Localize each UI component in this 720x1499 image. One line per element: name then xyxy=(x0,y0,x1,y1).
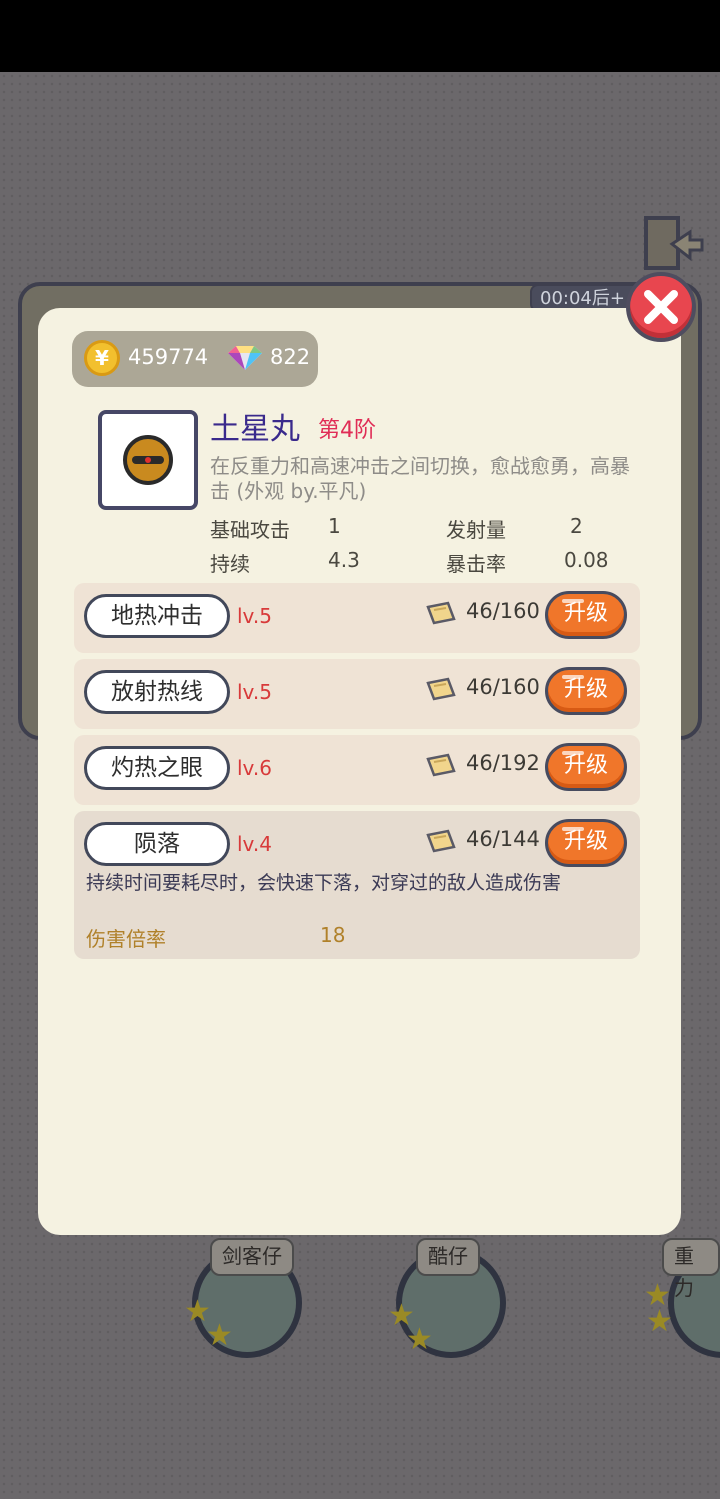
star-icon: ★ xyxy=(646,1304,673,1339)
character-slot[interactable]: 剑客仔 ★ ★ xyxy=(182,1238,312,1358)
stat-attack-value: 1 xyxy=(328,514,341,538)
stat-attack-label: 基础攻击 xyxy=(210,518,290,542)
skill-name[interactable]: 地热冲击 xyxy=(84,594,230,638)
close-icon xyxy=(644,290,678,324)
stat-shots-label: 发射量 xyxy=(446,518,506,542)
skill-cost: 46/160 xyxy=(466,675,540,699)
upgrade-button[interactable]: 升级 xyxy=(545,591,627,639)
weapon-tier: 第4阶 xyxy=(318,418,376,443)
skill-description: 持续时间要耗尽时，会快速下落，对穿过的敌人造成伤害 xyxy=(86,872,562,894)
saturn-ball-icon xyxy=(123,435,173,485)
skill-param-value: 18 xyxy=(320,923,346,947)
skill-name[interactable]: 放射热线 xyxy=(84,670,230,714)
exit-door-icon xyxy=(642,214,706,274)
skill-cost: 46/144 xyxy=(466,827,540,851)
skill-param-label: 伤害倍率 xyxy=(86,927,166,951)
skill-cost: 46/192 xyxy=(466,751,540,775)
scroll-icon xyxy=(426,753,456,777)
star-icon: ★ xyxy=(206,1318,233,1353)
gem-count: 822 xyxy=(270,345,311,369)
stat-duration-value: 4.3 xyxy=(328,548,360,572)
stat-duration-label: 持续 xyxy=(210,552,250,576)
character-slot[interactable]: 酷仔 ★ ★ xyxy=(386,1238,516,1358)
skill-level: lv.4 xyxy=(237,832,272,856)
skill-name[interactable]: 陨落 xyxy=(84,822,230,866)
currency-bar: ¥ 459774 822 xyxy=(72,331,318,387)
skill-row-expanded[interactable]: 陨落 lv.4 46/144 升级 持续时间要耗尽时，会快速下落，对穿过的敌人造… xyxy=(74,811,640,959)
skill-level: lv.6 xyxy=(237,756,272,780)
skill-level: lv.5 xyxy=(237,604,272,628)
character-name: 剑客仔 xyxy=(210,1238,294,1276)
upgrade-button[interactable]: 升级 xyxy=(545,743,627,791)
skill-row[interactable]: 放射热线 lv.5 46/160 升级 xyxy=(74,659,640,729)
star-icon: ★ xyxy=(406,1322,433,1357)
skill-name[interactable]: 灼热之眼 xyxy=(84,746,230,790)
close-button[interactable] xyxy=(626,272,696,342)
scroll-icon xyxy=(426,601,456,625)
gem-icon xyxy=(228,346,262,370)
character-name: 酷仔 xyxy=(416,1238,480,1276)
skill-row[interactable]: 灼热之眼 lv.6 46/192 升级 xyxy=(74,735,640,805)
weapon-name: 土星丸 xyxy=(210,412,300,447)
character-slot[interactable]: 重力 ★ ★ xyxy=(642,1238,720,1358)
weapon-description: 在反重力和高速冲击之间切换，愈战愈勇，高暴击 (外观 by.平凡) xyxy=(210,454,630,503)
coin-count: 459774 xyxy=(128,345,209,369)
coin-icon: ¥ xyxy=(84,340,120,376)
status-bar xyxy=(0,0,720,72)
stat-shots-value: 2 xyxy=(570,514,583,538)
weapon-avatar xyxy=(98,410,198,510)
upgrade-button[interactable]: 升级 xyxy=(545,667,627,715)
scroll-icon xyxy=(426,677,456,701)
skill-level: lv.5 xyxy=(237,680,272,704)
upgrade-button[interactable]: 升级 xyxy=(545,819,627,867)
stat-crit-label: 暴击率 xyxy=(446,552,506,576)
stat-crit-value: 0.08 xyxy=(564,548,609,572)
scroll-icon xyxy=(426,829,456,853)
skill-cost: 46/160 xyxy=(466,599,540,623)
character-name: 重力 xyxy=(662,1238,720,1300)
skill-row[interactable]: 地热冲击 lv.5 46/160 升级 xyxy=(74,583,640,653)
